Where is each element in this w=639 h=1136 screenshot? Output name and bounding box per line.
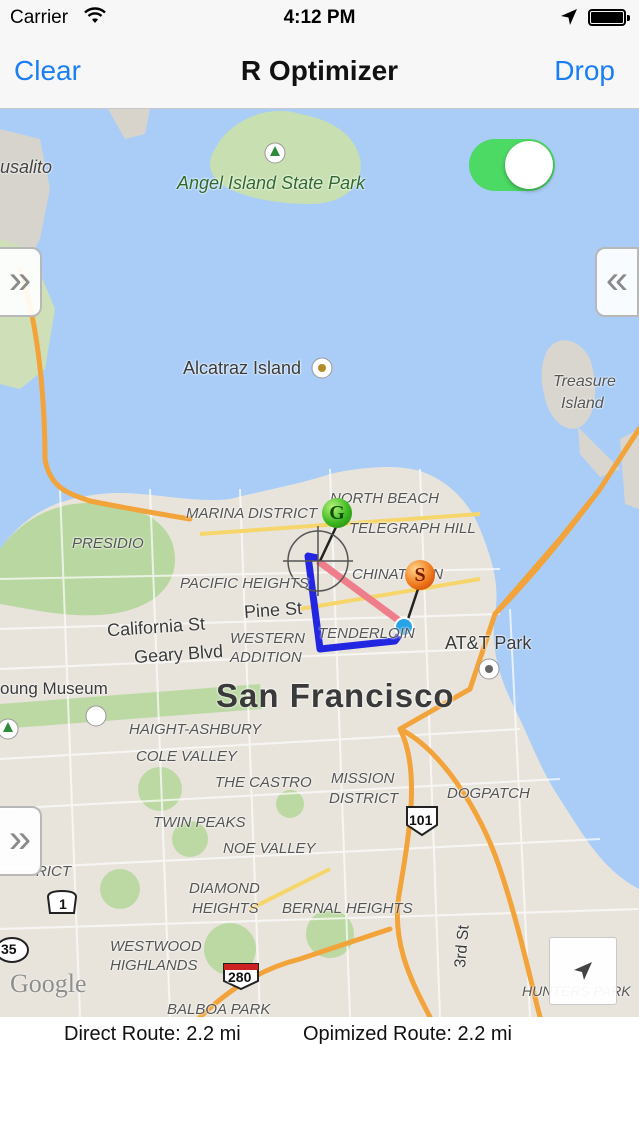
map-label-marina: MARINA DISTRICT xyxy=(186,505,318,522)
map-label-telegraph-hill: TELEGRAPH HILL xyxy=(349,520,476,537)
start-pin[interactable]: S xyxy=(405,560,435,590)
expand-right-panel-button[interactable]: « xyxy=(595,247,639,317)
map-label-mission-1: MISSION xyxy=(331,770,395,787)
highway-1-label: 1 xyxy=(59,896,67,912)
map-label-treasure-island-2: Island xyxy=(561,395,604,412)
map-label-westwood-1: WESTWOOD xyxy=(110,938,202,955)
map-label-the-castro: THE CASTRO xyxy=(215,774,312,791)
map-label-bernal-heights: BERNAL HEIGHTS xyxy=(282,900,413,917)
map-label-balboa-park: BALBOA PARK xyxy=(167,1001,271,1017)
map-label-dogpatch: DOGPATCH xyxy=(447,785,530,802)
goal-pin[interactable]: G xyxy=(322,498,352,528)
map-label-3rd-st: 3rd St xyxy=(452,924,473,969)
map-label-noe-valley: NOE VALLEY xyxy=(223,840,316,857)
map-label-pine-st: Pine St xyxy=(243,598,303,623)
map-label-western-addition-1: WESTERN xyxy=(230,630,305,647)
map-label-westwood-2: HIGHLANDS xyxy=(110,957,198,974)
map-label-diamond-1: DIAMOND xyxy=(189,880,260,897)
drop-button[interactable]: Drop xyxy=(554,55,615,87)
map-label-presidio: PRESIDIO xyxy=(72,535,144,552)
toggle-knob xyxy=(505,141,553,189)
map-label-tenderloin: TENDERLOIN xyxy=(318,625,415,642)
map-label-haight-ashbury: HAIGHT-ASHBURY xyxy=(129,721,262,738)
expand-left-panel-lower-button[interactable]: » xyxy=(0,806,42,876)
map-label-san-francisco: San Francisco xyxy=(216,677,455,714)
highway-35-label: 35 xyxy=(1,941,17,957)
map-canvas xyxy=(0,109,639,1017)
route-toggle-switch[interactable] xyxy=(469,139,555,191)
map-label-diamond-2: HEIGHTS xyxy=(192,900,259,917)
map-label-alcatraz: Alcatraz Island xyxy=(183,358,302,378)
google-logo: Google xyxy=(10,969,87,998)
map-label-twin-peaks: TWIN PEAKS xyxy=(153,814,246,831)
map-label-mission-2: DISTRICT xyxy=(329,790,399,807)
map-label-sausalito: usalito xyxy=(0,157,53,177)
double-chevron-left-icon: « xyxy=(605,258,629,302)
route-summary: Direct Route: 2.2 mi Opimized Route: 2.2… xyxy=(0,1017,639,1136)
optimized-route-distance: Opimized Route: 2.2 mi xyxy=(303,1023,512,1045)
map-label-western-addition-2: ADDITION xyxy=(230,649,302,666)
page-title: R Optimizer xyxy=(240,55,399,86)
locate-me-button[interactable] xyxy=(549,937,617,1005)
map-label-att-park: AT&T Park xyxy=(445,633,532,653)
location-arrow-icon xyxy=(574,962,592,980)
map-label-pacific-heights: PACIFIC HEIGHTS xyxy=(180,575,309,592)
battery-icon xyxy=(588,9,630,26)
highway-101-label: 101 xyxy=(409,812,433,828)
clock: 4:12 PM xyxy=(283,7,356,28)
map-view[interactable]: usalito Angel Island State Park Alcatraz… xyxy=(0,109,639,1017)
highway-280-label: 280 xyxy=(228,969,252,985)
double-chevron-right-icon: » xyxy=(8,258,32,302)
map-label-young-museum: oung Museum xyxy=(0,679,108,698)
expand-left-panel-button[interactable]: » xyxy=(0,247,42,317)
location-arrow-icon xyxy=(560,8,578,32)
map-label-angel-island: Angel Island State Park xyxy=(177,173,366,193)
map-label-treasure-island-1: Treasure xyxy=(553,373,616,390)
status-bar: Carrier 4:12 PM xyxy=(0,0,639,36)
map-label-cole-valley: COLE VALLEY xyxy=(136,748,237,765)
direct-route-distance: Direct Route: 2.2 mi xyxy=(64,1023,241,1045)
double-chevron-right-icon: » xyxy=(8,817,32,861)
navigation-bar: Clear R Optimizer Drop xyxy=(0,36,639,109)
